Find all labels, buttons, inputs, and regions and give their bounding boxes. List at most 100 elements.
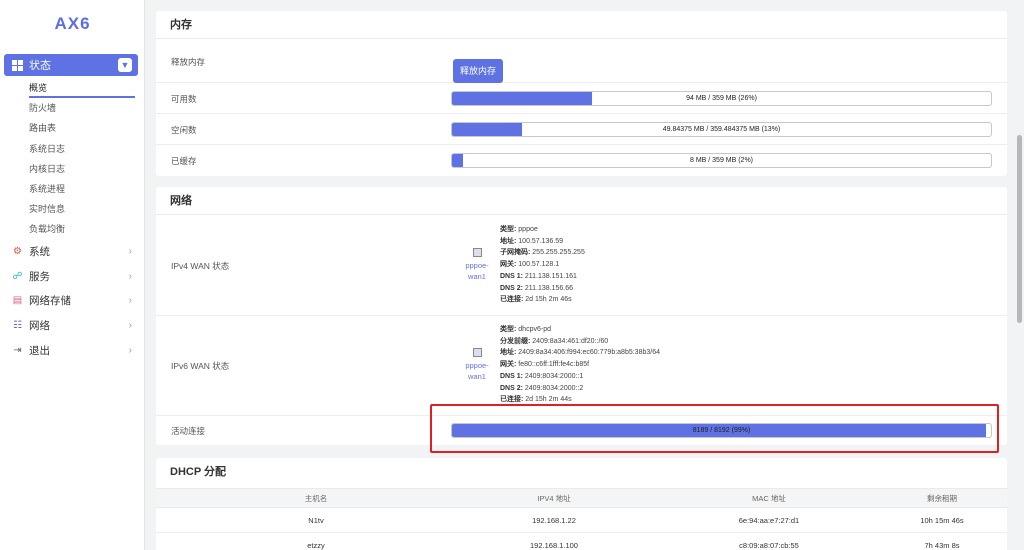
iface-name: pppoe- [465,261,489,270]
memory-card: 内存 释放内存 释放内存 可用数 94 MB / 359 MB (26%) 空闲… [156,11,1007,176]
sidebar-item-services[interactable]: ☍ 服务 › [12,266,136,286]
progress-bar: 49.84375 MB / 359.484375 MB (13%) [451,122,992,137]
chevron-right-icon: › [128,294,132,306]
column-header[interactable]: 剩余租期 [857,489,1024,509]
info-line: DNS 1: 2409:8034:2000::1 [500,372,584,380]
dhcp-card: DHCP 分配 主机名 IPV4 地址 MAC 地址 剩余租期 N1tv 192… [156,458,1007,550]
ethernet-icon [472,248,482,257]
release-memory-button[interactable]: 释放内存 [453,59,503,83]
table-cell: 10h 15m 46s [920,516,964,525]
submenu-item-processes[interactable]: 系统进程 [29,181,135,201]
info-line: 地址: 2409:8a34:406:f994:ec60:779b:a8b5:38… [500,349,660,357]
sidebar-item-label: 网络存储 [29,294,71,307]
ipv6-info: 类型: dhcpv6-pd 分发前缀: 2409:8a34:461:df20::… [500,324,660,406]
info-line: 类型: pppoe [500,226,538,233]
info-line: 网关: 100.57.128.1 [500,261,560,269]
sidebar-item-label: 状态 [29,60,51,72]
wan-interface-ipv4[interactable]: pppoe- wan1 [461,248,493,282]
progress-bar: 94 MB / 359 MB (26%) [451,91,992,106]
sidebar-item-label: 网络 [29,319,50,332]
sidebar-item-nas[interactable]: ▤ 网络存储 › [12,290,136,310]
row-label: 空闲数 [171,125,197,135]
chevron-down-icon[interactable]: ▼ [118,58,132,72]
network-icon: ☷ [13,319,22,331]
info-line: DNS 1: 211.138.151.161 [500,272,577,280]
row-label: 可用数 [171,94,197,104]
info-line: 分发前缀: 2409:8a34:461:df20::/60 [500,337,609,345]
iface-name: pppoe- [465,361,489,370]
chevron-right-icon: › [128,344,132,356]
database-icon: ▤ [12,294,23,306]
memory-release-row: 释放内存 [156,40,1007,83]
progress-text: 94 MB / 359 MB (26%) [686,95,757,102]
table-cell: 192.168.1.22 [532,516,576,525]
table-row: etzzy 192.168.1.100 c8:09:a8:07:cb:55 7h… [156,534,1007,550]
info-line: 地址: 100.57.136.59 [500,237,564,245]
table-cell: etzzy [307,541,325,550]
table-cell: c8:09:a8:07:cb:55 [739,541,799,550]
sidebar-item-network[interactable]: ☷ 网络 › [12,315,136,335]
scrollbar[interactable] [1017,135,1022,323]
release-label: 释放内存 [171,57,206,67]
iface-name: wan1 [468,372,486,381]
sidebar-item-label: 服务 [29,270,50,283]
submenu-item-load-balance[interactable]: 负载均衡 [29,221,135,241]
iface-name: wan1 [468,272,486,281]
ethernet-icon [472,348,482,357]
progress-bar: 8 MB / 359 MB (2%) [451,153,992,168]
chevron-right-icon: › [128,319,132,331]
info-line: 网关: fe80::c6ff:1fff:fe4c:b85f [500,361,590,369]
ipv4-info: 类型: pppoe 地址: 100.57.136.59 子网掩码: 255.25… [500,224,585,306]
submenu-item-routes[interactable]: 路由表 [29,120,135,140]
ipv4-wan-label: IPv4 WAN 状态 [171,261,230,271]
submenu-item-overview[interactable]: 概览 [29,80,135,98]
table-cell: 7h 43m 8s [924,541,960,550]
network-title: 网络 [156,187,1007,215]
info-line: DNS 2: 2409:8034:2000::2 [500,384,584,392]
info-line: DNS 2: 211.138.156.66 [500,284,574,292]
memory-row-cached: 已缓存 8 MB / 359 MB (2%) [156,145,1007,176]
submenu-item-syslog[interactable]: 系统日志 [29,141,135,161]
submenu-status: 概览 防火墙 路由表 系统日志 内核日志 系统进程 实时信息 负载均衡 [29,80,135,242]
table-header: 主机名 IPV4 地址 MAC 地址 剩余租期 [156,488,1007,508]
sidebar-item-label: 系统 [29,245,50,258]
table-row: N1tv 192.168.1.22 6e:94:aa:e7:27:d1 10h … [156,509,1007,533]
dashboard-icon [12,59,23,71]
share-icon: ☍ [12,270,23,282]
column-header[interactable]: 主机名 [231,489,401,509]
column-header[interactable]: MAC 地址 [684,489,854,509]
sidebar-item-logout[interactable]: ⇥ 退出 › [12,340,136,360]
sidebar: AX6 状态 ▼ 概览 防火墙 路由表 系统日志 内核日志 系统进程 实时信息 … [0,0,145,550]
ipv4-wan-row: IPv4 WAN 状态 pppoe- wan1 类型: pppoe 地址: 10… [156,216,1007,316]
sidebar-item-label: 退出 [29,344,50,357]
table-cell: 192.168.1.100 [530,541,578,550]
dhcp-title: DHCP 分配 [170,466,227,478]
progress-text: 49.84375 MB / 359.484375 MB (13%) [662,126,781,133]
chevron-right-icon: › [128,245,132,257]
submenu-item-firewall[interactable]: 防火墙 [29,100,135,120]
logout-icon: ⇥ [13,344,22,356]
memory-row-available: 可用数 94 MB / 359 MB (26%) [156,83,1007,114]
submenu-item-realtime[interactable]: 实时信息 [29,201,135,221]
logo: AX6 [54,14,91,33]
column-header[interactable]: IPV4 地址 [469,489,639,509]
ipv6-wan-row: IPv6 WAN 状态 pppoe- wan1 类型: dhcpv6-pd 分发… [156,316,1007,416]
highlight-box [430,404,999,453]
info-line: 子网掩码: 255.255.255.255 [500,249,585,257]
wan-interface-ipv6[interactable]: pppoe- wan1 [461,348,493,382]
active-connections-label: 活动连接 [171,426,206,436]
sidebar-item-system[interactable]: ⚙ 系统 › [12,241,136,261]
sidebar-item-status[interactable]: 状态 ▼ [4,54,138,76]
memory-title: 内存 [156,11,1007,39]
chevron-right-icon: › [128,270,132,282]
table-cell: N1tv [308,516,324,525]
progress-text: 8 MB / 359 MB (2%) [689,157,754,164]
info-line: 已连接: 2d 15h 2m 46s [500,296,572,304]
info-line: 类型: dhcpv6-pd [500,326,551,333]
submenu-item-kernel-log[interactable]: 内核日志 [29,161,135,181]
memory-row-free: 空闲数 49.84375 MB / 359.484375 MB (13%) [156,114,1007,145]
gear-icon: ⚙ [13,245,22,257]
table-cell: 6e:94:aa:e7:27:d1 [738,516,800,525]
ipv6-wan-label: IPv6 WAN 状态 [171,361,230,371]
row-label: 已缓存 [171,156,197,166]
